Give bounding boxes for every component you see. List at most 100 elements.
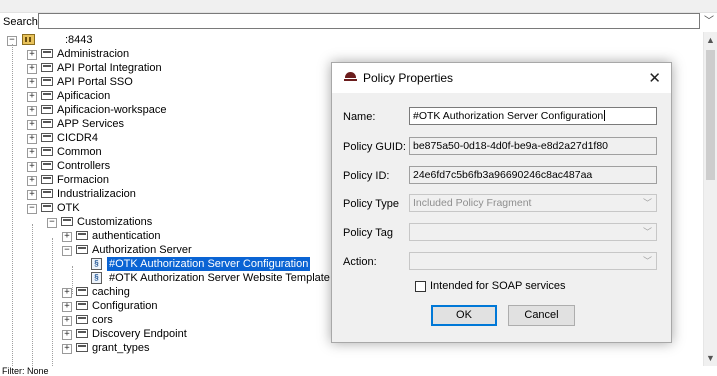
cancel-button[interactable]: Cancel [508, 305, 575, 326]
name-field-value: #OTK Authorization Server Configuration [413, 110, 604, 122]
dialog-titlebar[interactable]: Policy Properties ✕ [332, 63, 671, 93]
policy-type-select[interactable]: Included Policy Fragment ﹀ [409, 194, 657, 212]
folder-icon [41, 161, 53, 170]
tree-item-label: Controllers [57, 160, 111, 172]
folder-icon [41, 203, 53, 212]
soap-checkbox-label[interactable]: Intended for SOAP services [430, 280, 566, 292]
search-dropdown-icon[interactable]: ﹀ [702, 15, 716, 29]
folder-icon [76, 231, 88, 240]
close-icon[interactable]: ✕ [648, 69, 661, 87]
action-label: Action: [343, 256, 377, 268]
folder-icon [41, 49, 53, 58]
folder-icon [76, 315, 88, 324]
folder-icon [76, 245, 88, 254]
expand-icon[interactable]: + [62, 344, 72, 354]
expand-icon[interactable]: + [62, 302, 72, 312]
expand-icon[interactable]: + [27, 176, 37, 186]
tree-guide-line [72, 266, 73, 294]
soap-checkbox[interactable] [415, 281, 426, 292]
folder-icon [76, 287, 88, 296]
expand-icon[interactable]: + [27, 148, 37, 158]
tree-item-label: cors [92, 314, 113, 326]
scroll-thumb[interactable] [706, 50, 715, 180]
tree-guide-line [52, 238, 53, 366]
dialog-body: Name: #OTK Authorization Server Configur… [332, 93, 671, 342]
search-input[interactable] [38, 13, 700, 29]
collapse-icon[interactable]: − [27, 204, 37, 214]
expand-icon[interactable]: + [62, 316, 72, 326]
folder-icon [41, 63, 53, 72]
expand-icon[interactable]: + [27, 106, 37, 116]
expand-icon[interactable]: + [27, 134, 37, 144]
chevron-down-icon: ﹀ [642, 256, 652, 266]
tree-item-label: Common [57, 146, 102, 158]
folder-icon [41, 77, 53, 86]
policy-tag-select[interactable]: ﹀ [409, 223, 657, 241]
policy-type-value: Included Policy Fragment [413, 197, 532, 209]
folder-icon [41, 147, 53, 156]
folder-icon [76, 343, 88, 352]
tree-policy-label: #OTK Authorization Server Configuration [107, 257, 311, 271]
expand-icon[interactable]: + [27, 64, 37, 74]
collapse-icon[interactable]: − [62, 246, 72, 256]
expand-icon[interactable]: + [27, 120, 37, 130]
scroll-up-icon[interactable]: ▲ [704, 34, 717, 46]
scroll-down-icon[interactable]: ▼ [704, 352, 717, 364]
filter-status: Filter: None [2, 366, 49, 376]
text-caret [604, 110, 606, 121]
tree-item-label: Formacion [57, 174, 109, 186]
tree-item-label: grant_types [92, 342, 150, 354]
policy-fragment-icon: § [91, 258, 102, 270]
folder-icon [41, 105, 53, 114]
tree-item-label: OTK [57, 202, 80, 214]
tree-item-label: authentication [92, 230, 161, 242]
folder-icon [61, 217, 73, 226]
expand-icon[interactable]: + [27, 92, 37, 102]
policy-properties-dialog: Policy Properties ✕ Name: #OTK Authoriza… [331, 62, 672, 343]
folder-icon [41, 175, 53, 184]
folder-icon [41, 133, 53, 142]
dialog-title: Policy Properties [363, 71, 454, 85]
ok-button[interactable]: OK [431, 305, 497, 326]
tree-guide-line [12, 44, 13, 366]
policy-fragment-icon: § [91, 272, 102, 284]
tree-item-label: API Portal SSO [57, 76, 133, 88]
tree-item-label: Industrializacion [57, 188, 136, 200]
expand-icon[interactable]: + [27, 50, 37, 60]
expand-icon[interactable]: + [62, 232, 72, 242]
policy-guid-label: Policy GUID: [343, 141, 406, 153]
policy-properties-icon [344, 72, 357, 82]
folder-icon [41, 119, 53, 128]
tree-item-label: Configuration [92, 300, 158, 312]
tree-item-label: APP Services [57, 118, 125, 130]
tree-item-label: Authorization Server [92, 244, 192, 256]
chevron-down-icon: ﹀ [642, 198, 652, 208]
policy-type-label: Policy Type [343, 198, 400, 210]
tree-guide-line [32, 224, 33, 366]
expand-icon[interactable]: + [27, 78, 37, 88]
tree-item-label: Apificacion-workspace [57, 104, 167, 116]
tree-item-label: Administracion [57, 48, 130, 60]
folder-icon [76, 329, 88, 338]
expand-icon[interactable]: + [62, 288, 72, 298]
search-label: Search [3, 16, 38, 28]
tree-item-label: Discovery Endpoint [92, 328, 187, 340]
policy-guid-field[interactable]: be875a50-0d18-4d0f-be9a-e8d2a27d1f80 [409, 137, 657, 155]
expand-icon[interactable]: + [27, 190, 37, 200]
name-field[interactable]: #OTK Authorization Server Configuration [409, 107, 657, 125]
expand-icon[interactable]: + [62, 330, 72, 340]
tree-item-label: CICDR4 [57, 132, 98, 144]
policy-id-label: Policy ID: [343, 170, 390, 182]
folder-icon [76, 301, 88, 310]
folder-icon [41, 189, 53, 198]
tree-item-label: Apificacion [57, 90, 111, 102]
action-select[interactable]: ﹀ [409, 252, 657, 270]
expand-icon[interactable]: + [27, 162, 37, 172]
tree-item-label: Customizations [77, 216, 153, 228]
tree-item-label: API Portal Integration [57, 62, 162, 74]
collapse-icon[interactable]: − [47, 218, 57, 228]
name-label: Name: [343, 111, 376, 123]
policy-id-field[interactable]: 24e6fd7c5b6fb3a96690246c8ac487aa [409, 166, 657, 184]
tree-scrollbar[interactable]: ▲ ▼ [703, 32, 717, 366]
folder-icon [41, 91, 53, 100]
